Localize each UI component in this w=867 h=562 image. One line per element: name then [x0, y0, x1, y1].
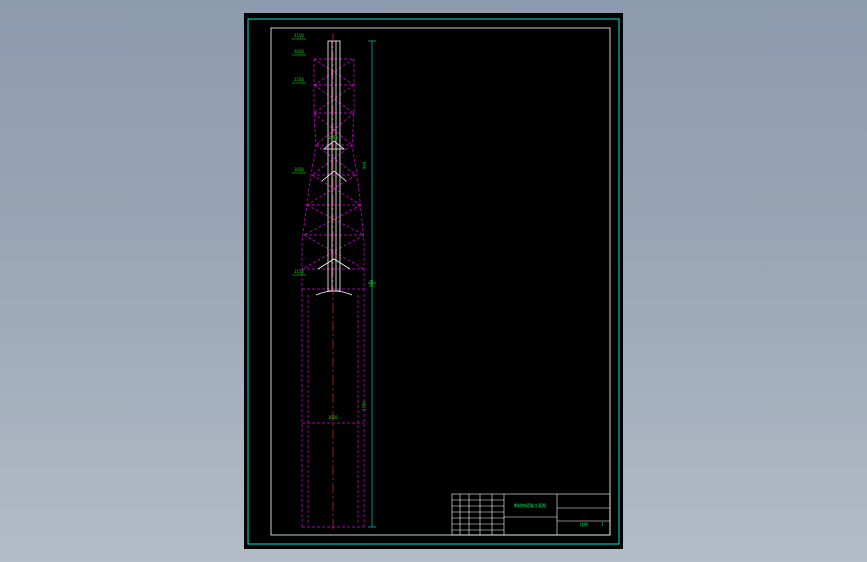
drawing-sheet: 990 500 1750 3150 2650 2150 1650 1150 26… — [244, 13, 623, 549]
title-block — [451, 493, 611, 536]
cad-viewport[interactable]: 990 500 1750 3150 2650 2150 1650 1150 26… — [0, 0, 867, 562]
drawing-title: 钢结构塔架立面图 — [514, 502, 546, 508]
joint-plates — [315, 140, 353, 296]
elevation-mark-2: 2650 — [294, 49, 304, 54]
dimension-lower: 1750 — [362, 401, 367, 411]
tower-upper-right-leg — [351, 59, 365, 289]
dimension-upper: 990 — [362, 161, 367, 169]
sheet-number: 1 — [601, 522, 604, 527]
level-mark-1: 2650 — [328, 135, 338, 140]
elevation-mark-5: 1150 — [294, 269, 304, 274]
elevation-mark-1: 3150 — [294, 33, 304, 38]
elevation-mark-4: 1650 — [294, 167, 304, 172]
elevation-marks — [292, 38, 306, 276]
sheet-border — [247, 18, 620, 545]
drawing-frame — [270, 27, 611, 536]
scale-label: 比例 — [580, 521, 588, 527]
level-mark-2: 1650 — [328, 415, 338, 420]
mast — [327, 40, 341, 292]
dimension-middle: 500 — [369, 279, 374, 287]
elevation-mark-3: 2150 — [294, 77, 304, 82]
